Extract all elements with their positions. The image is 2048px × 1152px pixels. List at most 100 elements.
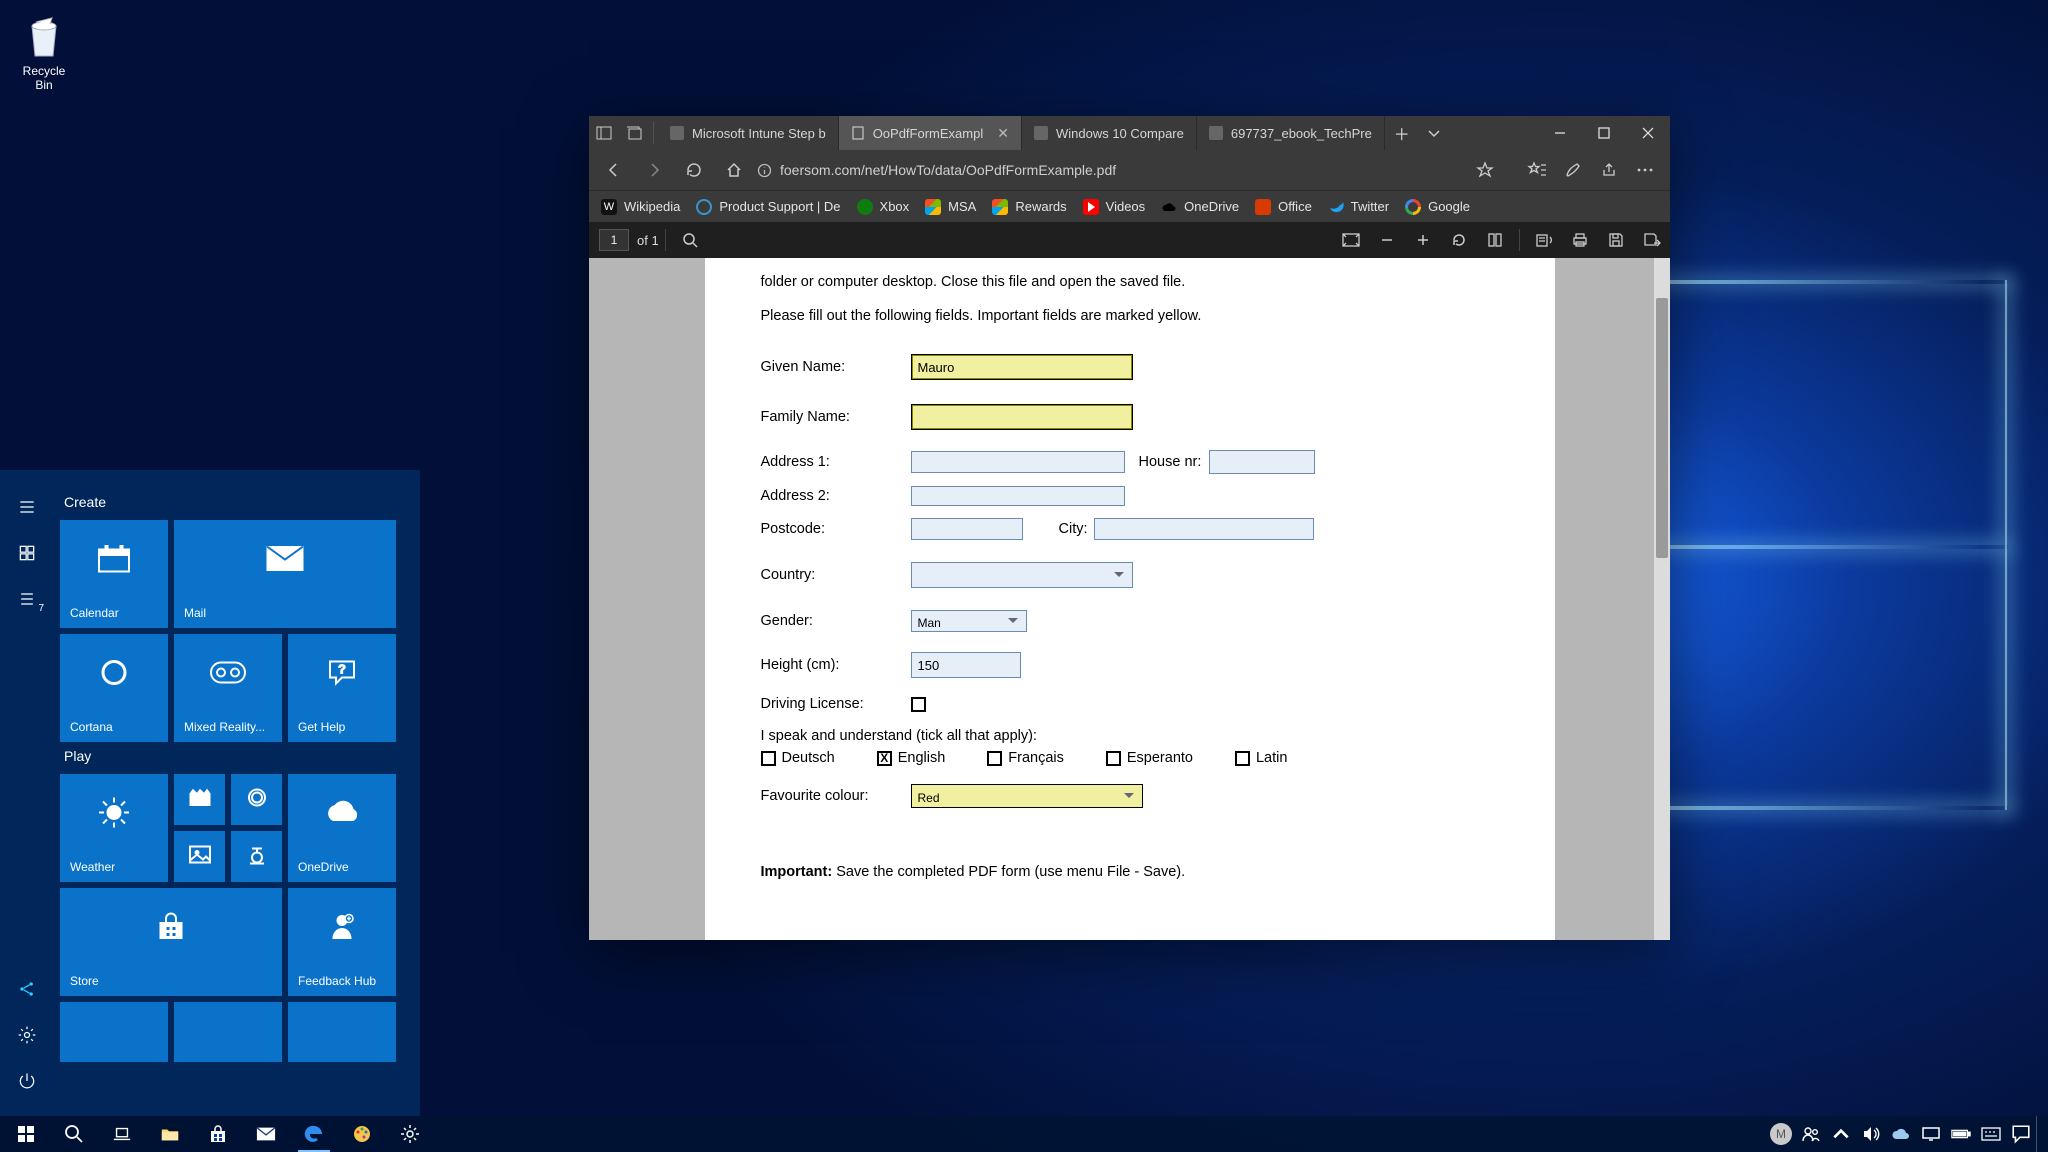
pdf-rotate-button[interactable]	[1441, 222, 1477, 258]
favorite-rewards[interactable]: Rewards	[992, 199, 1066, 215]
input-city[interactable]	[1094, 518, 1314, 540]
favorite-product-support[interactable]: Product Support | De	[696, 199, 840, 215]
tile-alarms[interactable]	[231, 774, 282, 825]
maximize-button[interactable]	[1582, 116, 1626, 150]
favorite-wikipedia[interactable]: WWikipedia	[601, 199, 680, 215]
tile-calendar[interactable]: Calendar	[60, 520, 168, 628]
favorite-office[interactable]: Office	[1255, 199, 1312, 215]
tile-camera[interactable]	[231, 831, 282, 882]
tile-partial-1[interactable]	[60, 1002, 168, 1062]
taskbar-edge[interactable]	[292, 1116, 336, 1152]
start-section-play[interactable]: Play	[64, 748, 408, 764]
dropdown-country[interactable]	[911, 562, 1133, 588]
tile-mixed-reality[interactable]: Mixed Reality...	[174, 634, 282, 742]
pdf-zoom-out-button[interactable]	[1369, 222, 1405, 258]
dropdown-gender[interactable]: Man	[911, 610, 1027, 632]
pdf-page-input[interactable]	[599, 229, 629, 251]
tile-partial-3[interactable]	[288, 1002, 396, 1062]
tray-battery[interactable]	[1946, 1116, 1976, 1152]
input-address1[interactable]	[911, 451, 1125, 473]
tray-volume[interactable]	[1856, 1116, 1886, 1152]
back-button[interactable]	[597, 150, 631, 190]
forward-button[interactable]	[637, 150, 671, 190]
taskbar-store[interactable]	[196, 1116, 240, 1152]
checkbox-francais[interactable]: Français	[987, 750, 1064, 766]
start-settings-button[interactable]	[0, 1012, 54, 1058]
tray-people[interactable]	[1796, 1116, 1826, 1152]
start-hamburger-button[interactable]	[0, 484, 54, 530]
input-address2[interactable]	[911, 486, 1125, 506]
start-section-create[interactable]: Create	[64, 494, 408, 510]
input-house-nr[interactable]	[1209, 450, 1315, 474]
favorite-star-button[interactable]	[1468, 150, 1502, 190]
taskbar-file-explorer[interactable]	[148, 1116, 192, 1152]
tile-photos[interactable]	[174, 831, 225, 882]
start-power-button[interactable]	[0, 1058, 54, 1104]
pdf-viewport[interactable]: folder or computer desktop. Close this f…	[589, 258, 1670, 940]
pdf-find-button[interactable]	[672, 222, 708, 258]
pdf-layout-button[interactable]	[1477, 222, 1513, 258]
input-family-name[interactable]	[911, 404, 1133, 430]
tray-user[interactable]: M	[1766, 1116, 1796, 1152]
checkbox-deutsch[interactable]: Deutsch	[761, 750, 835, 766]
start-button[interactable]	[4, 1116, 48, 1152]
close-window-button[interactable]	[1626, 116, 1670, 150]
tile-weather[interactable]: Weather	[60, 774, 168, 882]
pdf-zoom-in-button[interactable]	[1405, 222, 1441, 258]
tab-actions-button[interactable]	[1419, 116, 1449, 150]
tab-oopdf[interactable]: OoPdfFormExampl✕	[839, 116, 1022, 150]
share-button[interactable]	[1592, 150, 1626, 190]
favorite-onedrive[interactable]: OneDrive	[1161, 199, 1239, 215]
tray-input[interactable]	[1976, 1116, 2006, 1152]
pdf-read-aloud-button[interactable]	[1526, 222, 1562, 258]
tile-feedback-hub[interactable]: Feedback Hub	[288, 888, 396, 996]
taskbar-paint[interactable]	[340, 1116, 384, 1152]
tile-get-help[interactable]: ?Get Help	[288, 634, 396, 742]
tab-win10-compare[interactable]: Windows 10 Compare	[1022, 116, 1197, 150]
new-tab-button[interactable]: ＋	[1385, 116, 1419, 150]
tray-onedrive[interactable]	[1886, 1116, 1916, 1152]
tray-network[interactable]	[1916, 1116, 1946, 1152]
favorite-msa[interactable]: MSA	[925, 199, 976, 215]
pdf-print-button[interactable]	[1562, 222, 1598, 258]
tray-action-center[interactable]	[2006, 1116, 2036, 1152]
input-postcode[interactable]	[911, 518, 1023, 540]
tile-cortana[interactable]: Cortana	[60, 634, 168, 742]
tile-onedrive[interactable]: OneDrive	[288, 774, 396, 882]
tray-overflow[interactable]	[1826, 1116, 1856, 1152]
checkbox-driving[interactable]	[911, 697, 926, 712]
tile-mail[interactable]: Mail	[174, 520, 396, 628]
tab-ebook[interactable]: 697737_ebook_TechPre	[1197, 116, 1385, 150]
pdf-save-button[interactable]	[1598, 222, 1634, 258]
tile-movies[interactable]	[174, 774, 225, 825]
checkbox-english[interactable]: XEnglish	[877, 750, 946, 766]
start-list-button[interactable]: 7	[0, 576, 54, 622]
task-view-button[interactable]	[100, 1116, 144, 1152]
more-button[interactable]	[1628, 150, 1662, 190]
pdf-saveas-button[interactable]	[1634, 222, 1670, 258]
tab-intune[interactable]: Microsoft Intune Step b	[658, 116, 839, 150]
start-tiles-button[interactable]	[0, 530, 54, 576]
favorite-twitter[interactable]: Twitter	[1328, 199, 1389, 215]
home-button[interactable]	[717, 150, 751, 190]
pdf-scrollbar[interactable]	[1654, 258, 1670, 940]
minimize-button[interactable]	[1538, 116, 1582, 150]
close-tab-icon[interactable]: ✕	[997, 125, 1009, 142]
set-aside-tabs-button[interactable]	[589, 116, 619, 150]
start-share-button[interactable]	[0, 966, 54, 1012]
input-height[interactable]	[911, 652, 1021, 678]
tile-store[interactable]: Store	[60, 888, 282, 996]
favorites-list-button[interactable]	[1520, 150, 1554, 190]
refresh-button[interactable]	[677, 150, 711, 190]
show-desktop-button[interactable]	[2036, 1116, 2042, 1152]
favorite-google[interactable]: Google	[1405, 199, 1470, 215]
tabs-list-button[interactable]	[619, 116, 649, 150]
checkbox-latin[interactable]: Latin	[1235, 750, 1287, 766]
checkbox-esperanto[interactable]: Esperanto	[1106, 750, 1193, 766]
recycle-bin-desktop-icon[interactable]: Recycle Bin	[8, 12, 80, 92]
address-bar[interactable]: foersom.com/net/HowTo/data/OoPdfFormExam…	[757, 162, 1462, 178]
favorite-xbox[interactable]: Xbox	[857, 199, 910, 215]
taskbar-settings[interactable]	[388, 1116, 432, 1152]
tile-partial-2[interactable]	[174, 1002, 282, 1062]
notes-button[interactable]	[1556, 150, 1590, 190]
